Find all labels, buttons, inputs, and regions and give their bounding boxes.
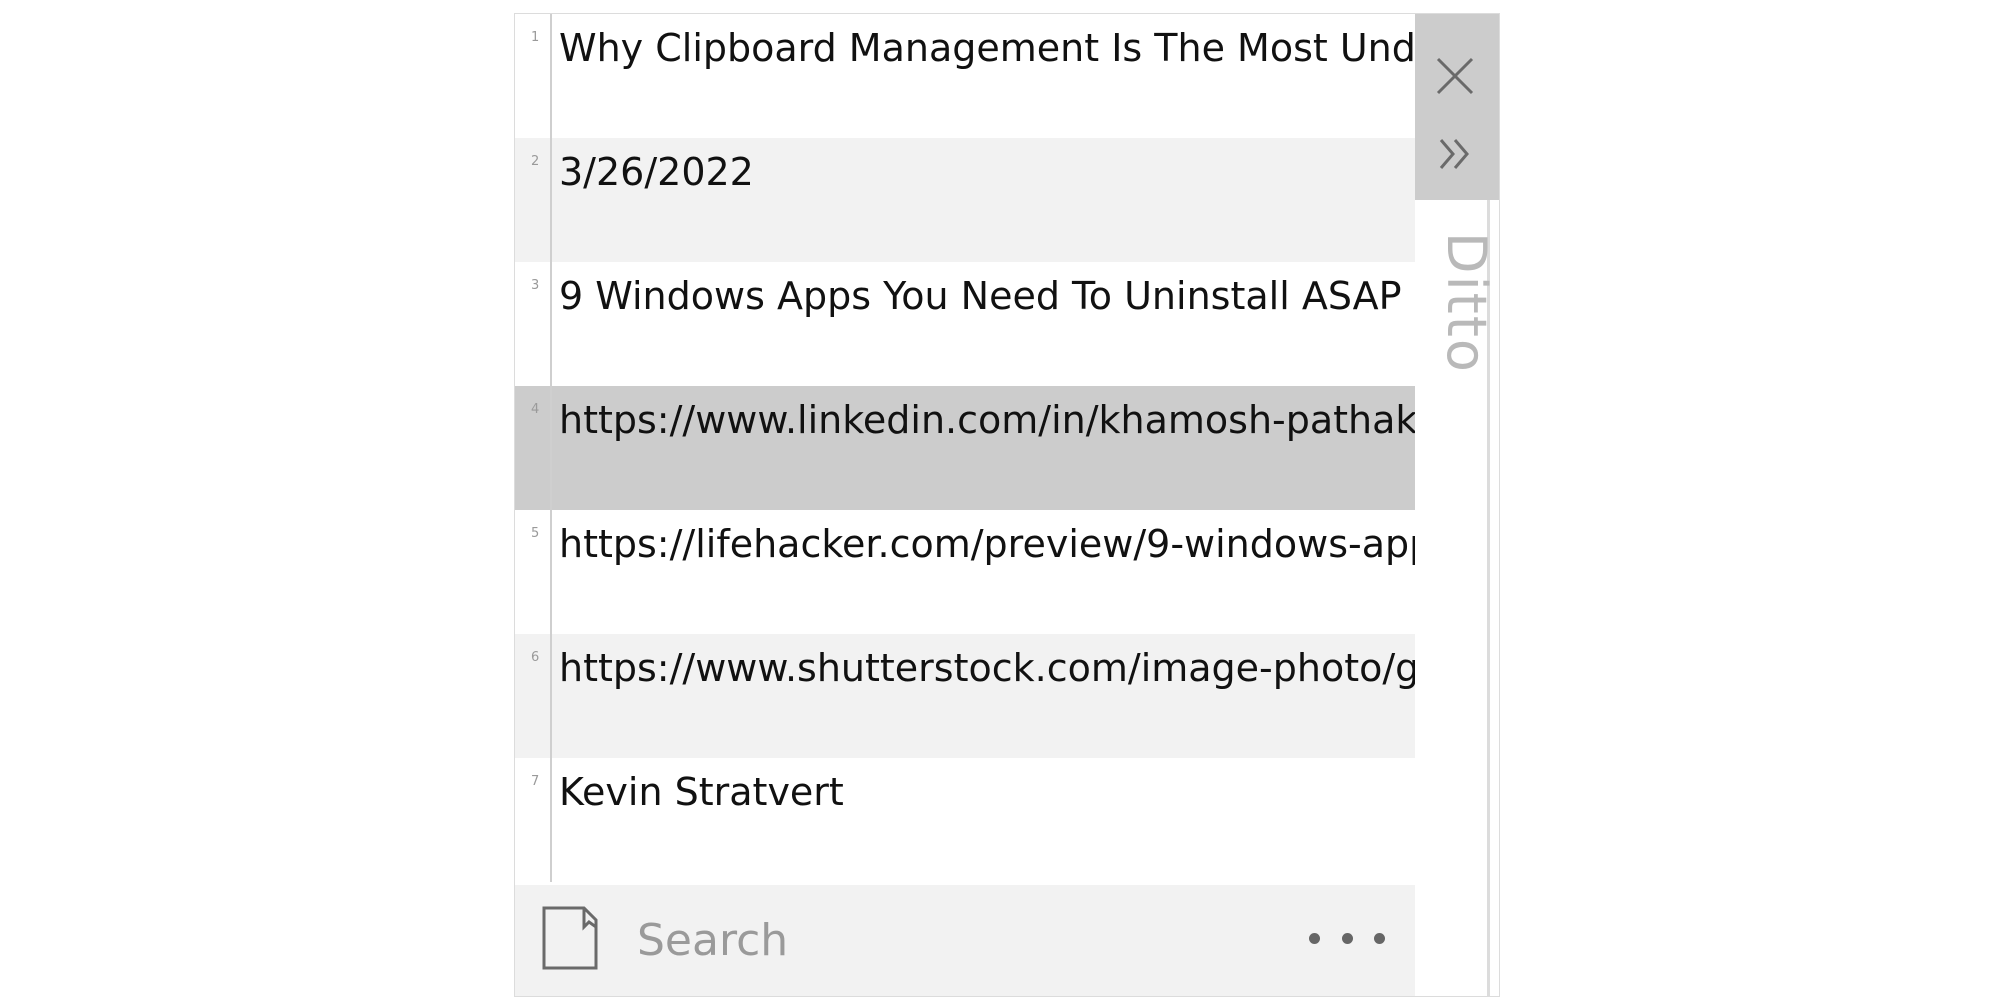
clip-index: 6	[531, 650, 540, 665]
ditto-window: 1 Why Clipboard Management Is The Most U…	[514, 13, 1500, 997]
clip-text: https://www.shutterstock.com/image-photo…	[559, 646, 1415, 690]
clip-text: 3/26/2022	[559, 150, 754, 194]
row-divider	[550, 138, 552, 262]
clip-index: 5	[531, 526, 540, 541]
clip-text: Kevin Stratvert	[559, 770, 844, 814]
clip-text: Why Clipboard Management Is The Most Und…	[559, 26, 1415, 70]
row-divider	[550, 262, 552, 386]
side-panel: Ditto	[1415, 14, 1499, 996]
more-dots-icon	[1374, 932, 1385, 944]
row-divider	[550, 14, 552, 138]
clip-row[interactable]: 6 https://www.shutterstock.com/image-pho…	[515, 634, 1415, 758]
clip-row[interactable]: 3 9 Windows Apps You Need To Uninstall A…	[515, 262, 1415, 386]
clip-row[interactable]: 1 Why Clipboard Management Is The Most U…	[515, 14, 1415, 138]
clip-text: https://www.linkedin.com/in/khamosh-path…	[559, 398, 1415, 442]
clip-row[interactable]: 5 https://lifehacker.com/preview/9-windo…	[515, 510, 1415, 634]
row-divider	[550, 386, 552, 510]
close-icon	[1436, 57, 1474, 95]
clip-list: 1 Why Clipboard Management Is The Most U…	[515, 14, 1415, 885]
clip-row[interactable]: 7 Kevin Stratvert	[515, 758, 1415, 882]
row-divider	[550, 510, 552, 634]
row-divider	[550, 758, 552, 882]
clip-index: 4	[531, 402, 540, 417]
double-chevron-right-icon	[1439, 139, 1469, 169]
clip-row[interactable]: 2 3/26/2022	[515, 138, 1415, 262]
row-divider	[550, 634, 552, 758]
clip-index: 2	[531, 154, 540, 169]
more-dots-icon	[1341, 932, 1353, 944]
clip-text: 9 Windows Apps You Need To Uninstall ASA…	[559, 274, 1402, 318]
more-button[interactable]	[1309, 915, 1385, 961]
close-button[interactable]	[1427, 48, 1483, 104]
clip-index: 7	[531, 774, 540, 789]
document-icon[interactable]	[541, 905, 599, 971]
app-title: Ditto	[1435, 232, 1498, 374]
search-bar	[515, 885, 1415, 996]
clip-index: 3	[531, 278, 540, 293]
clip-row-selected[interactable]: 4 https://www.linkedin.com/in/khamosh-pa…	[515, 386, 1415, 510]
clip-index: 1	[531, 30, 540, 45]
search-input[interactable]	[635, 907, 1179, 973]
more-dots-icon	[1309, 932, 1320, 944]
expand-button[interactable]	[1427, 126, 1483, 182]
clip-text: https://lifehacker.com/preview/9-windows…	[559, 522, 1415, 566]
